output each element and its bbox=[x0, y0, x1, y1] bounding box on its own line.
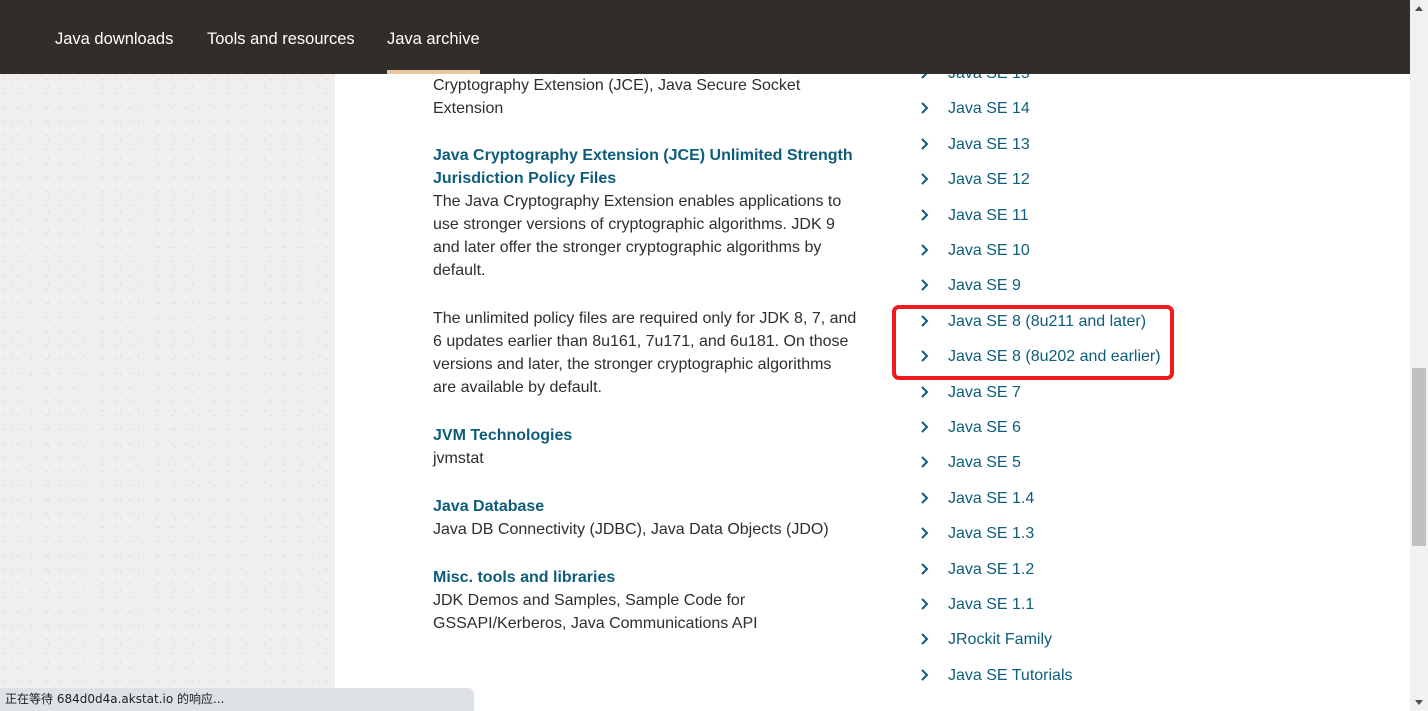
highlight-annotation-box bbox=[892, 305, 1174, 380]
paragraph-line: are available by default. bbox=[433, 379, 602, 396]
paragraph-line: default. bbox=[433, 262, 486, 279]
archive-list-item-label: Java SE 6 bbox=[948, 419, 1021, 436]
chevron-right-icon bbox=[921, 456, 929, 469]
chevron-right-icon bbox=[921, 102, 929, 115]
jce-section: Java Cryptography Extension (JCE) Unlimi… bbox=[433, 144, 878, 399]
chevron-right-icon bbox=[921, 421, 929, 433]
chevron-right-icon bbox=[921, 208, 929, 221]
scroll-up-arrow-icon[interactable] bbox=[1415, 6, 1423, 11]
chevron-right-icon bbox=[921, 244, 929, 256]
archive-list-item[interactable]: Java SE 13 bbox=[916, 133, 1206, 163]
misc-description-line: JDK Demos and Samples, Sample Code for bbox=[433, 592, 746, 609]
paragraph-line: and later offer the stronger cryptograph… bbox=[433, 239, 822, 256]
misc-section: Misc. tools and libraries JDK Demos and … bbox=[433, 566, 878, 635]
archive-list-item[interactable]: Java SE 7 bbox=[916, 381, 1206, 411]
archive-list-item[interactable]: Java SE 14 bbox=[916, 97, 1206, 127]
archive-list-item[interactable]: JRockit Family bbox=[916, 628, 1206, 658]
jce-title-line: Java Cryptography Extension (JCE) Unlimi… bbox=[433, 147, 853, 164]
archive-list-item[interactable]: Java SE Tutorials bbox=[916, 664, 1206, 694]
archive-list-item-label: JRockit Family bbox=[948, 631, 1053, 649]
archive-list-item[interactable]: Java SE 5 bbox=[916, 451, 1206, 481]
archive-list-item-label: Java SE 1.1 bbox=[948, 596, 1035, 613]
archive-list-item-label: Java SE 12 bbox=[948, 171, 1030, 189]
scrollbar-thumb[interactable] bbox=[1412, 368, 1426, 546]
database-section: Java Database Java DB Connectivity (JDBC… bbox=[433, 495, 878, 541]
chevron-right-icon bbox=[921, 669, 929, 681]
tab-java-archive[interactable]: Java archive bbox=[387, 0, 480, 74]
chevron-right-icon bbox=[921, 598, 929, 610]
paragraph-line: The unlimited policy files are required … bbox=[433, 310, 857, 327]
chevron-right-icon bbox=[921, 138, 929, 150]
chevron-right-icon bbox=[921, 385, 929, 398]
archive-list-item-label: Java SE 1.3 bbox=[948, 525, 1035, 543]
intro-text-line: Cryptography Extension (JCE), Java Secur… bbox=[433, 77, 801, 94]
archive-list-item[interactable]: Java SE 10 bbox=[916, 239, 1206, 269]
chevron-right-icon bbox=[921, 279, 929, 292]
archive-list-item-label: Java SE 5 bbox=[948, 454, 1021, 472]
archive-list-item[interactable]: Java SE 11 bbox=[916, 204, 1206, 234]
tab-tools-and-resources[interactable]: Tools and resources bbox=[207, 0, 355, 74]
paragraph-line: 6 updates earlier than 8u161, 7u171, and… bbox=[433, 333, 849, 350]
misc-tools-link[interactable]: Misc. tools and libraries bbox=[433, 566, 878, 589]
archive-list-item[interactable]: Java SE 1.1 bbox=[916, 593, 1206, 623]
archive-list-item-label: Java SE 14 bbox=[948, 100, 1030, 118]
browser-status-bar: 正在等待 684d0d4a.akstat.io 的响应... bbox=[0, 688, 474, 711]
java-database-link[interactable]: Java Database bbox=[433, 495, 878, 518]
jvm-description: jvmstat bbox=[433, 450, 484, 467]
paragraph-line: The Java Cryptography Extension enables … bbox=[433, 193, 842, 210]
archive-list-item-label: Java SE 9 bbox=[948, 277, 1021, 295]
archive-list-item[interactable]: Java SE 1.3 bbox=[916, 522, 1206, 552]
chevron-right-icon bbox=[921, 633, 929, 646]
decorative-side-panel bbox=[0, 74, 335, 711]
archive-list-item-label: Java SE 11 bbox=[948, 206, 1029, 224]
scroll-down-arrow-icon[interactable] bbox=[1415, 700, 1423, 705]
archive-list-item[interactable]: Java SE 1.4 bbox=[916, 487, 1206, 517]
archive-list-item-label: Java SE 1.4 bbox=[948, 489, 1035, 507]
chevron-right-icon bbox=[921, 492, 929, 504]
tab-java-downloads[interactable]: Java downloads bbox=[55, 0, 173, 74]
jce-paragraph-1: The Java Cryptography Extension enables … bbox=[433, 190, 878, 282]
jce-paragraph-2: The unlimited policy files are required … bbox=[433, 307, 878, 399]
archive-list-item-label: Java SE Tutorials bbox=[948, 666, 1073, 684]
archive-list-item[interactable]: Java SE 6 bbox=[916, 416, 1206, 446]
archive-list-item-label: Java SE 13 bbox=[948, 135, 1030, 153]
database-description: Java DB Connectivity (JDBC), Java Data O… bbox=[433, 521, 829, 538]
vertical-scrollbar[interactable] bbox=[1410, 0, 1428, 711]
jce-title-line: Jurisdiction Policy Files bbox=[433, 170, 617, 187]
misc-description-line: GSSAPI/Kerberos, Java Communications API bbox=[433, 615, 758, 632]
paragraph-line: versions and later, the stronger cryptog… bbox=[433, 356, 832, 373]
chevron-right-icon bbox=[921, 562, 929, 575]
top-navigation: Java downloads Tools and resources Java … bbox=[0, 0, 1410, 74]
intro-text-line: Extension bbox=[433, 100, 504, 117]
chevron-right-icon bbox=[921, 173, 929, 185]
archive-list-item-label: Java SE 1.2 bbox=[948, 560, 1035, 578]
archive-list-item-label: Java SE 10 bbox=[948, 242, 1030, 259]
jvm-technologies-link[interactable]: JVM Technologies bbox=[433, 424, 572, 447]
jce-title-link[interactable]: Java Cryptography Extension (JCE) Unlimi… bbox=[433, 144, 878, 190]
archive-list-item[interactable]: Java SE 1.2 bbox=[916, 558, 1206, 588]
paragraph-line: use stronger versions of cryptographic a… bbox=[433, 216, 835, 233]
archive-list-item[interactable]: Java SE 12 bbox=[916, 168, 1206, 198]
archive-list-item-label: Java SE 7 bbox=[948, 383, 1021, 401]
jvm-section: JVM Technologies jvmstat bbox=[433, 424, 572, 470]
chevron-right-icon bbox=[921, 527, 929, 539]
archive-list-item[interactable]: Java SE 9 bbox=[916, 274, 1206, 304]
